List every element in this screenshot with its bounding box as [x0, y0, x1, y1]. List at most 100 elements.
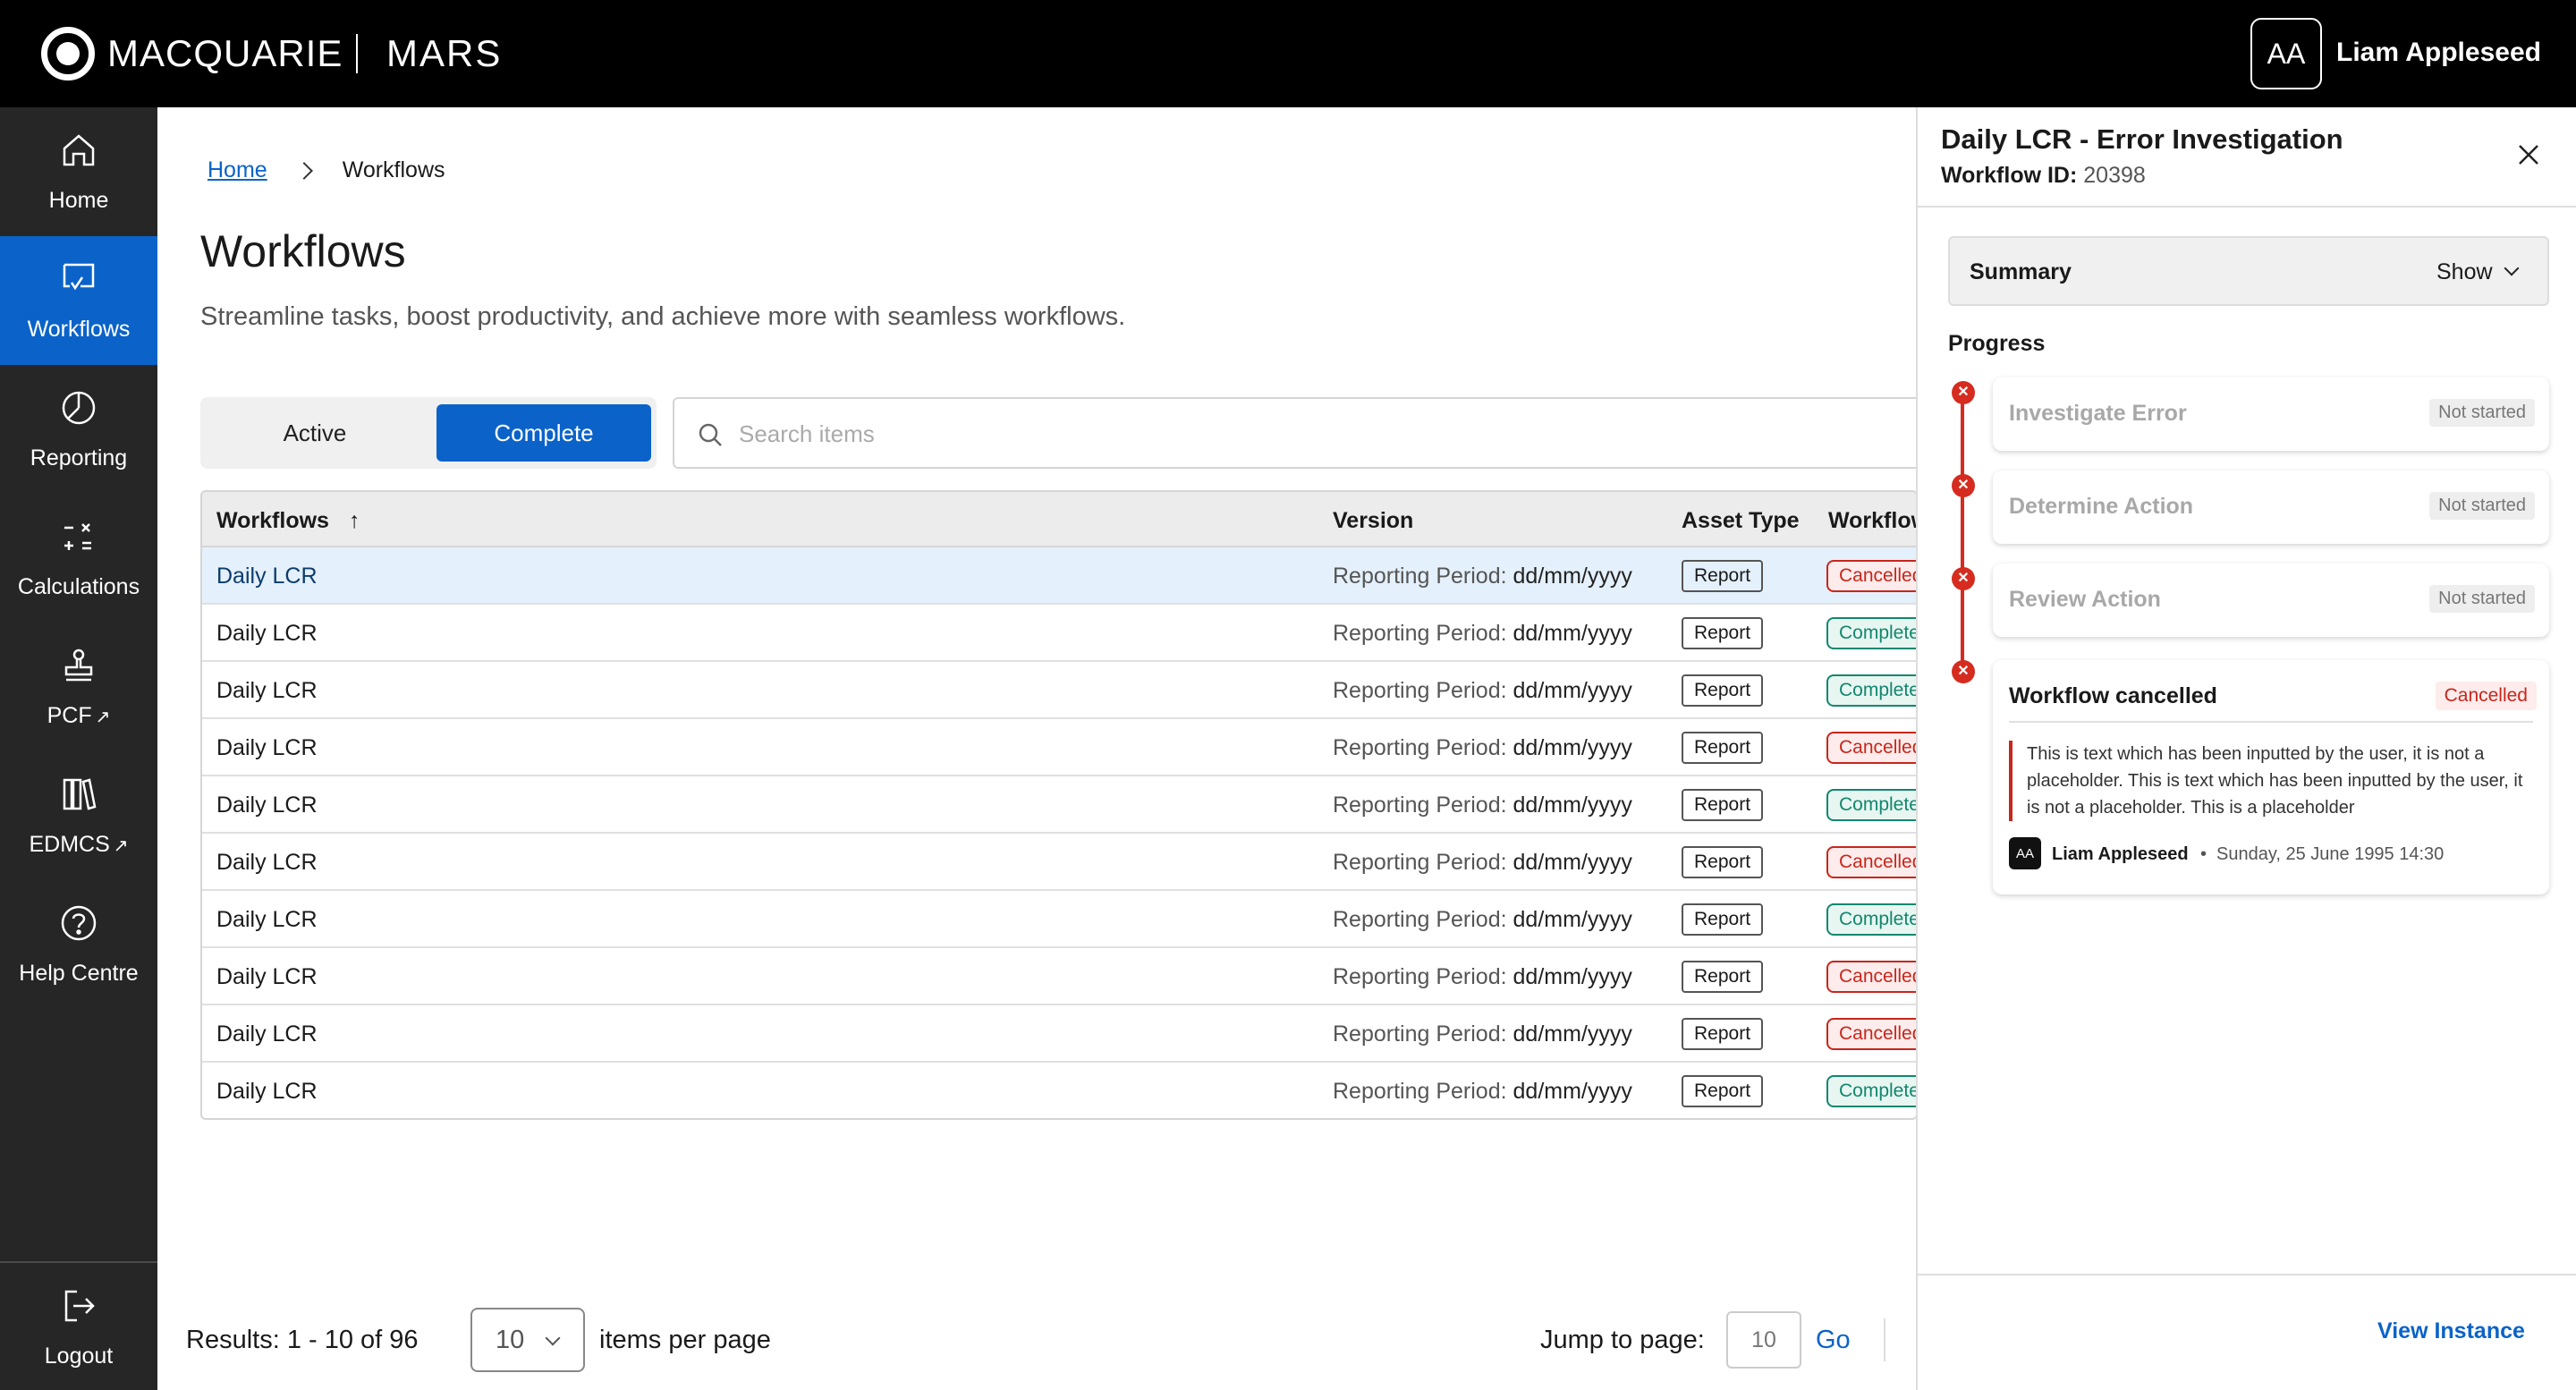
sidebar-item-label: Help Centre — [19, 961, 139, 986]
view-instance-button[interactable]: View Instance — [2377, 1318, 2525, 1344]
asset-type-tag: Report — [1682, 560, 1764, 592]
workflow-name-cell[interactable]: Daily LCR — [216, 907, 318, 933]
sidebar-item-pcf[interactable]: PCF ↗ — [0, 623, 157, 751]
sidebar-item-label: Calculations — [17, 574, 140, 599]
error-x-icon: ✕ — [1952, 474, 1975, 497]
column-header-version[interactable]: Version — [1333, 508, 1413, 534]
version-value: dd/mm/yyyy — [1513, 1079, 1632, 1104]
version-label: Reporting Period: — [1333, 792, 1507, 818]
items-per-page-label: items per page — [599, 1326, 771, 1354]
jump-to-page-input[interactable]: 10 — [1726, 1311, 1801, 1369]
sidebar-item-label-wrap: PCF ↗ — [47, 703, 111, 729]
toggle-complete-button[interactable]: Complete — [436, 404, 651, 462]
sidebar-item-home[interactable]: Home — [0, 107, 157, 236]
progress-step[interactable]: Review Action Not started — [1993, 564, 2549, 637]
workflow-name-cell[interactable]: Daily LCR — [216, 564, 318, 589]
table-row[interactable]: Daily LCR Reporting Period: dd/mm/yyyy Rep… — [202, 662, 1916, 719]
asset-type-tag: Report — [1682, 1075, 1764, 1107]
macquarie-logo-icon — [41, 27, 95, 81]
workflow-name-cell[interactable]: Daily LCR — [216, 792, 318, 818]
sort-ascending-icon[interactable]: ↑ — [349, 508, 360, 534]
version-value: dd/mm/yyyy — [1513, 792, 1632, 818]
search-icon — [699, 423, 722, 446]
sidebar-item-edmcs[interactable]: EDMCS ↗ — [0, 751, 157, 880]
workflow-name-cell[interactable]: Daily LCR — [216, 678, 318, 704]
version-value: dd/mm/yyyy — [1513, 1021, 1632, 1047]
version-cell: Reporting Period: dd/mm/yyyy — [1333, 907, 1632, 933]
sidebar-item-calculations[interactable]: Calculations — [0, 494, 157, 623]
table-row[interactable]: Daily LCR Reporting Period: dd/mm/yyyy Rep… — [202, 547, 1916, 605]
workflow-id: Workflow ID: 20398 — [1941, 163, 2146, 189]
results-count: Results: 1 - 10 of 96 — [186, 1326, 419, 1354]
status-badge: Cancelled — [1826, 961, 1916, 993]
home-icon — [63, 134, 95, 166]
status-badge: Cancelled — [1826, 560, 1916, 592]
summary-accordion[interactable]: Summary Show — [1948, 236, 2549, 306]
progress-step[interactable]: Determine Action Not started — [1993, 470, 2549, 544]
version-label: Reporting Period: — [1333, 678, 1507, 703]
external-link-icon: ↗ — [95, 708, 111, 727]
column-header-workflows[interactable]: Workflows ↑ — [216, 508, 360, 534]
cancellation-note: This is text which has been inputted by … — [2009, 741, 2533, 821]
logout-icon — [64, 1290, 95, 1322]
version-label: Reporting Period: — [1333, 964, 1507, 989]
error-x-icon: ✕ — [1952, 660, 1975, 683]
workflow-name-cell[interactable]: Daily LCR — [216, 964, 318, 990]
workflow-name-cell[interactable]: Daily LCR — [216, 735, 318, 761]
table-row[interactable]: Daily LCR Reporting Period: dd/mm/yyyy Rep… — [202, 834, 1916, 891]
workflow-name-cell[interactable]: Daily LCR — [216, 1079, 318, 1105]
sidebar-item-workflows[interactable]: Workflows — [0, 236, 157, 365]
version-cell: Reporting Period: dd/mm/yyyy — [1333, 564, 1632, 589]
error-x-icon: ✕ — [1952, 381, 1975, 404]
close-icon[interactable] — [2513, 140, 2544, 170]
page-subtitle: Streamline tasks, boost productivity, an… — [200, 302, 1126, 331]
workflow-name-cell[interactable]: Daily LCR — [216, 621, 318, 647]
help-icon — [61, 905, 97, 941]
author-avatar: AA — [2009, 837, 2041, 869]
sidebar-item-logout[interactable]: Logout — [0, 1263, 157, 1390]
sidebar: Home Workflows Reporting Calculations PC… — [0, 107, 157, 1390]
version-value: dd/mm/yyyy — [1513, 850, 1632, 875]
column-header-label: Workflows — [216, 508, 329, 533]
timeline-line — [1961, 395, 1964, 664]
table-row[interactable]: Daily LCR Reporting Period: dd/mm/yyyy Rep… — [202, 776, 1916, 834]
status-badge: Cancelled — [1826, 846, 1916, 878]
user-avatar[interactable]: AA — [2250, 18, 2322, 89]
search-input[interactable] — [739, 411, 1275, 456]
workflow-name-cell[interactable]: Daily LCR — [216, 1021, 318, 1047]
sidebar-item-help-centre[interactable]: Help Centre — [0, 880, 157, 1009]
panel-header-divider — [1918, 206, 2576, 208]
table-row[interactable]: Daily LCR Reporting Period: dd/mm/yyyy Rep… — [202, 948, 1916, 1005]
workflow-name-cell[interactable]: Daily LCR — [216, 850, 318, 876]
chevron-down-icon — [2504, 260, 2520, 276]
version-value: dd/mm/yyyy — [1513, 678, 1632, 703]
summary-label: Summary — [1970, 259, 2072, 284]
table-row[interactable]: Daily LCR Reporting Period: dd/mm/yyyy Rep… — [202, 1063, 1916, 1118]
go-button[interactable]: Go — [1816, 1326, 1851, 1355]
asset-type-tag: Report — [1682, 846, 1764, 878]
breadcrumb-home-link[interactable]: Home — [208, 157, 267, 183]
items-per-page-select[interactable]: 10 — [470, 1308, 585, 1372]
asset-type-tag: Report — [1682, 732, 1764, 764]
progress-step[interactable]: Investigate Error Not started — [1993, 377, 2549, 451]
version-cell: Reporting Period: dd/mm/yyyy — [1333, 678, 1632, 704]
column-header-asset-type[interactable]: Asset Type — [1682, 508, 1800, 534]
table-row[interactable]: Daily LCR Reporting Period: dd/mm/yyyy Rep… — [202, 891, 1916, 948]
version-value: dd/mm/yyyy — [1513, 621, 1632, 646]
version-value: dd/mm/yyyy — [1513, 564, 1632, 589]
panel-title: Daily LCR - Error Investigation — [1941, 123, 2343, 155]
workflow-icon — [63, 263, 95, 291]
table-row[interactable]: Daily LCR Reporting Period: dd/mm/yyyy Rep… — [202, 719, 1916, 776]
status-badge: Complete — [1826, 1075, 1916, 1107]
sidebar-item-reporting[interactable]: Reporting — [0, 365, 157, 494]
column-header-workflow-status[interactable]: Workflow — [1828, 508, 1916, 534]
summary-show-toggle[interactable]: Show — [2436, 259, 2493, 285]
table-row[interactable]: Daily LCR Reporting Period: dd/mm/yyyy Rep… — [202, 605, 1916, 662]
page-title: Workflows — [200, 226, 406, 276]
top-bar: MACQUARIE MARS AA Liam Appleseed — [0, 0, 2576, 107]
table-row[interactable]: Daily LCR Reporting Period: dd/mm/yyyy Rep… — [202, 1005, 1916, 1063]
user-name[interactable]: Liam Appleseed — [2336, 38, 2541, 68]
brand-name: MACQUARIE — [107, 32, 343, 74]
toggle-active-button[interactable]: Active — [208, 404, 422, 462]
sidebar-item-label: Workflows — [27, 317, 131, 342]
